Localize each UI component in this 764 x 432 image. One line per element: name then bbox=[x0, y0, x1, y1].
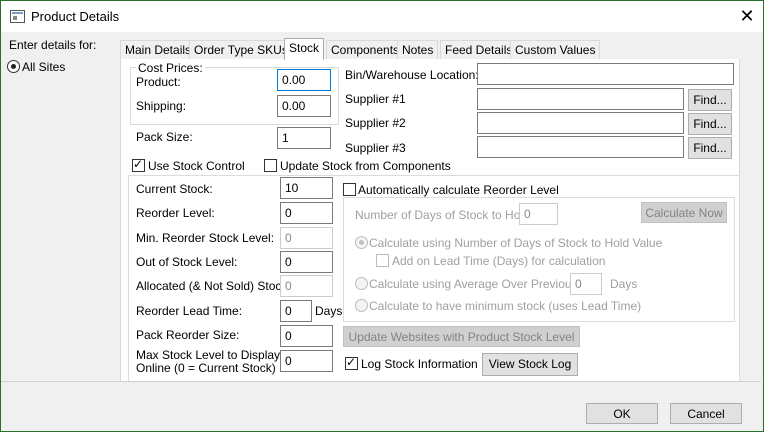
log-stock-checkbox[interactable] bbox=[345, 355, 358, 370]
add-lead-time-label: Add on Lead Time (Days) for calculation bbox=[392, 254, 606, 268]
shipping-cost-label: Shipping: bbox=[136, 99, 187, 113]
calc-minimum-label: Calculate to have minimum stock (uses Le… bbox=[369, 299, 642, 313]
use-stock-control-label[interactable]: Use Stock Control bbox=[148, 159, 247, 173]
average-days-unit: Days bbox=[610, 277, 638, 291]
supplier-1-input[interactable] bbox=[477, 88, 684, 110]
update-from-components-label[interactable]: Update Stock from Components bbox=[280, 159, 451, 173]
use-stock-control-checkbox[interactable] bbox=[132, 157, 145, 172]
log-stock-label[interactable]: Log Stock Information bbox=[361, 357, 478, 371]
tab-stock[interactable]: Stock bbox=[284, 38, 325, 60]
calc-days-radio bbox=[355, 236, 368, 249]
average-days-input bbox=[570, 273, 602, 295]
tab-notes[interactable]: Notes bbox=[397, 40, 439, 59]
days-of-stock-input bbox=[519, 203, 558, 225]
supplier-2-input[interactable] bbox=[477, 112, 684, 134]
supplier-1-find-button[interactable]: Find... bbox=[688, 89, 732, 111]
product-cost-input[interactable] bbox=[277, 69, 331, 91]
tab-components[interactable]: Components bbox=[326, 40, 405, 59]
allocated-stock-input bbox=[280, 275, 333, 297]
calc-average-radio bbox=[355, 277, 368, 290]
supplier-2-find-button[interactable]: Find... bbox=[688, 113, 732, 135]
tab-main-details[interactable]: Main Details bbox=[120, 40, 197, 59]
cost-prices-label: Cost Prices: bbox=[136, 61, 205, 75]
all-sites-label[interactable]: All Sites bbox=[22, 60, 65, 74]
reorder-lead-time-label: Reorder Lead Time: bbox=[136, 304, 243, 318]
bin-location-input[interactable] bbox=[477, 63, 734, 85]
lead-time-days-label: Days bbox=[315, 304, 343, 318]
out-of-stock-level-input[interactable] bbox=[280, 251, 333, 273]
pack-size-label: Pack Size: bbox=[136, 130, 193, 144]
supplier-3-input[interactable] bbox=[477, 136, 684, 158]
all-sites-radio[interactable] bbox=[7, 60, 20, 73]
window-title: Product Details bbox=[31, 9, 120, 24]
reorder-lead-time-input[interactable] bbox=[280, 300, 312, 322]
max-stock-level-input[interactable] bbox=[280, 350, 333, 372]
current-stock-input[interactable] bbox=[280, 177, 333, 199]
supplier-3-label: Supplier #3 bbox=[345, 141, 406, 155]
days-of-stock-label: Number of Days of Stock to Hold: bbox=[355, 208, 534, 222]
supplier-1-label: Supplier #1 bbox=[345, 92, 406, 106]
app-window-icon bbox=[10, 10, 25, 23]
calc-average-label: Calculate using Average Over Previous bbox=[369, 277, 578, 291]
current-stock-label: Current Stock: bbox=[136, 182, 213, 196]
shipping-cost-input[interactable] bbox=[277, 95, 331, 117]
max-stock-level-label-line1: Max Stock Level to Display bbox=[136, 348, 281, 362]
tab-feed-details[interactable]: Feed Details bbox=[440, 40, 518, 59]
out-of-stock-level-label: Out of Stock Level: bbox=[136, 255, 238, 269]
supplier-3-find-button[interactable]: Find... bbox=[688, 137, 732, 159]
update-from-components-checkbox[interactable] bbox=[264, 159, 277, 172]
calculate-now-button: Calculate Now bbox=[641, 202, 727, 223]
auto-reorder-label[interactable]: Automatically calculate Reorder Level bbox=[358, 183, 561, 197]
calc-minimum-radio bbox=[355, 299, 368, 312]
calc-days-label: Calculate using Number of Days of Stock … bbox=[369, 236, 663, 250]
product-cost-label: Product: bbox=[136, 75, 181, 89]
allocated-stock-label: Allocated (& Not Sold) Stock: bbox=[136, 279, 291, 293]
update-websites-button: Update Websites with Product Stock Level bbox=[343, 326, 580, 347]
add-lead-time-checkbox bbox=[376, 254, 389, 267]
pack-size-input[interactable] bbox=[277, 127, 331, 149]
max-stock-level-label-line2: Online (0 = Current Stock) bbox=[136, 361, 276, 375]
min-reorder-level-input bbox=[280, 227, 333, 249]
reorder-level-label: Reorder Level: bbox=[136, 206, 215, 220]
ok-button[interactable]: OK bbox=[586, 403, 658, 424]
reorder-level-input[interactable] bbox=[280, 202, 333, 224]
close-icon[interactable]: ✕ bbox=[733, 3, 761, 29]
tab-custom-values[interactable]: Custom Values bbox=[510, 40, 601, 59]
auto-reorder-checkbox[interactable] bbox=[343, 183, 356, 196]
tab-order-type-skus[interactable]: Order Type SKUs bbox=[189, 40, 293, 59]
enter-details-label: Enter details for: bbox=[9, 38, 97, 52]
min-reorder-level-label: Min. Reorder Stock Level: bbox=[136, 231, 275, 245]
pack-reorder-size-input[interactable] bbox=[280, 325, 333, 347]
title-bar: Product Details ✕ bbox=[1, 1, 763, 32]
cancel-button[interactable]: Cancel bbox=[670, 403, 742, 424]
pack-reorder-size-label: Pack Reorder Size: bbox=[136, 328, 240, 342]
view-stock-log-button[interactable]: View Stock Log bbox=[482, 353, 578, 376]
bin-location-label: Bin/Warehouse Location: bbox=[345, 68, 479, 82]
supplier-2-label: Supplier #2 bbox=[345, 116, 406, 130]
